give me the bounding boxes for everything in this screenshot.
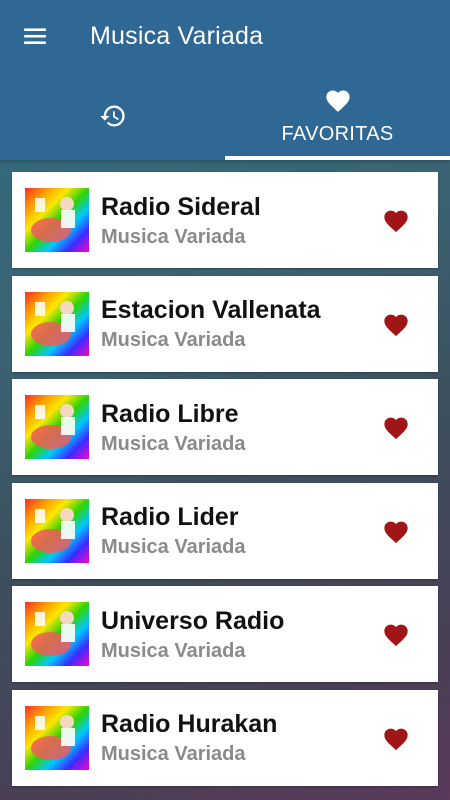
heart-icon — [384, 314, 408, 336]
list-item[interactable]: Radio Hurakan Musica Variada — [12, 689, 438, 786]
station-logo — [25, 188, 89, 252]
favorite-button[interactable] — [366, 690, 426, 786]
menu-button[interactable] — [0, 0, 70, 72]
menu-icon — [24, 28, 46, 45]
station-genre: Musica Variada — [101, 432, 246, 455]
station-name: Radio Sideral — [101, 192, 261, 221]
favorite-button[interactable] — [366, 483, 426, 579]
station-logo — [25, 395, 89, 459]
station-name: Universo Radio — [101, 606, 285, 635]
favorite-button[interactable] — [366, 586, 426, 682]
list-item[interactable]: Radio Libre Musica Variada — [12, 379, 438, 475]
station-logo — [25, 291, 89, 356]
station-logo — [25, 705, 89, 770]
station-list: Radio Sideral Musica Variada Estacion Va… — [12, 172, 438, 793]
favorite-button[interactable] — [366, 172, 426, 268]
tab-favoritas[interactable]: FAVORITAS — [225, 72, 450, 160]
app-bar: Musica Variada — [0, 0, 450, 72]
list-item[interactable]: Estacion Vallenata Musica Variada — [12, 275, 438, 372]
station-name: Estacion Vallenata — [101, 296, 321, 324]
station-name: Radio Hurakan — [101, 710, 278, 738]
app-title: Musica Variada — [90, 21, 264, 50]
tab-history[interactable] — [0, 72, 225, 160]
station-name: Radio Lider — [101, 503, 239, 531]
list-item[interactable]: Radio Lider Musica Variada — [12, 482, 438, 579]
history-icon — [99, 105, 125, 127]
station-name: Radio Libre — [101, 399, 239, 428]
heart-icon — [384, 417, 408, 440]
heart-icon — [384, 728, 408, 750]
list-item[interactable]: Universo Radio Musica Variada — [12, 586, 438, 682]
station-logo — [25, 602, 89, 666]
favorite-button[interactable] — [366, 379, 426, 475]
heart-icon — [384, 210, 408, 233]
tab-label: FAVORITAS — [281, 122, 394, 145]
station-genre: Musica Variada — [101, 639, 246, 662]
list-item[interactable]: Radio Sideral Musica Variada — [12, 172, 438, 268]
heart-icon — [384, 624, 408, 647]
station-logo — [25, 498, 89, 563]
station-genre: Musica Variada — [101, 329, 246, 351]
station-genre: Musica Variada — [101, 536, 246, 558]
favorite-button[interactable] — [366, 276, 426, 372]
station-genre: Musica Variada — [101, 743, 246, 765]
heart-icon — [384, 521, 408, 543]
station-genre: Musica Variada — [101, 225, 246, 248]
heart-icon — [325, 90, 350, 112]
tab-bar: FAVORITAS — [0, 72, 450, 160]
